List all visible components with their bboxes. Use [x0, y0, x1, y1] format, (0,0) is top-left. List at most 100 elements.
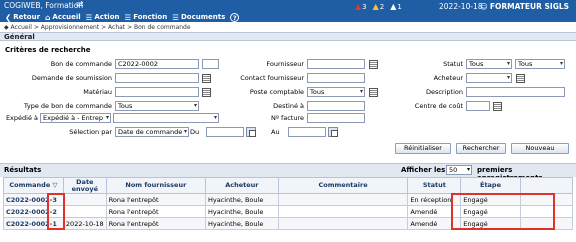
- poste-label: Poste comptable: [249, 88, 304, 96]
- no-facture-label: Nº facture: [270, 114, 304, 122]
- user-name: FORMATEUR SIGLS: [489, 2, 570, 11]
- description-label: Description: [425, 88, 463, 96]
- organization-label: COGIWEB, Formation: [4, 1, 84, 10]
- per-page-select[interactable]: 50 ▾: [446, 165, 472, 175]
- reset-button[interactable]: Réinitialiser: [395, 143, 451, 154]
- du-calendar-icon[interactable]: [246, 127, 256, 137]
- col-commande[interactable]: Commande ▽: [3, 177, 64, 194]
- nav-home-button[interactable]: ⌂ Accueil: [45, 13, 81, 22]
- selection-label: Sélection par: [69, 128, 112, 136]
- statut-select-2[interactable]: Tous ▾: [515, 59, 565, 69]
- chevron-down-icon: ▾: [213, 114, 217, 121]
- demande-input[interactable]: [115, 73, 199, 83]
- afficher-label: Afficher les: [401, 166, 446, 174]
- per-page-value: 50: [449, 166, 458, 174]
- materiau-lookup-icon[interactable]: [201, 87, 211, 97]
- bon-commande-label: Bon de commande: [50, 60, 112, 68]
- col-commentaire[interactable]: Commentaire: [277, 177, 409, 194]
- white-alert[interactable]: ▲ 1: [388, 2, 404, 11]
- commentaire-cell: [277, 217, 409, 230]
- selection-select[interactable]: Date de commande ▾: [115, 127, 189, 137]
- section-general-header: Général: [0, 32, 576, 41]
- nav-function-button[interactable]: ☰ Fonction: [125, 13, 168, 22]
- yellow-alert[interactable]: ▲ 2: [371, 2, 387, 11]
- chevron-down-icon: ▾: [466, 166, 470, 173]
- alerts: ▲ 3 ▲ 2 ▲ 1: [353, 2, 404, 11]
- commentaire-cell: [277, 205, 409, 218]
- main-nav: ❮ Retour ⌂ Accueil ☰ Action ☰ Fonction ☰ Docu…: [0, 12, 241, 22]
- du-date-input[interactable]: [206, 127, 244, 137]
- help-button[interactable]: ?: [230, 12, 241, 22]
- no-facture-input[interactable]: [307, 113, 365, 123]
- au-calendar-icon[interactable]: [328, 127, 338, 137]
- demande-lookup-icon[interactable]: [201, 73, 211, 83]
- col-acheteur[interactable]: Acheteur: [204, 177, 279, 194]
- table-header-row: Commande ▽ Date envoyé Nom fournisseur A…: [3, 177, 574, 194]
- fournisseur-input[interactable]: [307, 59, 365, 69]
- nav-home-label: Accueil: [52, 13, 81, 21]
- criteria-title: Critères de recherche: [5, 46, 91, 54]
- nav-back-label: Retour: [13, 13, 41, 21]
- centre-label: Centre de coût: [414, 102, 463, 110]
- col-fournisseur[interactable]: Nom fournisseur: [105, 177, 206, 194]
- destine-label: Destiné à: [273, 102, 304, 110]
- nav-documents-label: Documents: [180, 13, 226, 21]
- chevron-down-icon: ▾: [105, 114, 109, 121]
- statut-value-1: Tous: [469, 60, 484, 68]
- col-date-envoye[interactable]: Date envoyé: [62, 177, 107, 194]
- destine-input[interactable]: [307, 101, 365, 111]
- section-general-title: Général: [4, 33, 35, 41]
- nav-back-button[interactable]: ❮ Retour: [5, 13, 40, 22]
- contact-input[interactable]: [307, 73, 365, 83]
- breadcrumb[interactable]: ◆ Accueil > Approvisionnement > Achat > …: [4, 24, 191, 31]
- col-etape[interactable]: Étape: [460, 177, 521, 194]
- user-menu[interactable]: ☺ FORMATEUR SIGLS: [480, 2, 569, 11]
- bon-commande-input[interactable]: C2022-0002: [115, 59, 199, 69]
- description-input[interactable]: [466, 87, 565, 97]
- red-alert[interactable]: ▲ 3: [353, 2, 369, 11]
- new-button[interactable]: Nouveau: [511, 143, 569, 154]
- selection-value: Date de commande: [118, 128, 183, 136]
- user-icon: ☺: [480, 2, 488, 11]
- expedie-value: Expédié à - Entrep: [43, 114, 103, 122]
- statut-value-2: Tous: [518, 60, 533, 68]
- type-bon-label: Type de bon de commande: [23, 102, 112, 110]
- date-cell: [62, 205, 107, 218]
- centre-input[interactable]: [466, 101, 490, 111]
- nav-action-button[interactable]: ☰ Action: [86, 13, 120, 22]
- bon-commande-suffix-input[interactable]: [202, 59, 219, 69]
- acheteur-label: Acheteur: [433, 74, 463, 82]
- search-button[interactable]: Rechercher: [456, 143, 506, 154]
- acheteur-lookup-icon[interactable]: [515, 73, 525, 83]
- type-bon-select[interactable]: Tous ▾: [115, 101, 199, 111]
- chevron-down-icon: ▾: [193, 102, 197, 109]
- top-bar: COGIWEB, Formation ⇄ ❮ Retour ⌂ Accueil ☰ A…: [0, 0, 576, 22]
- nav-function-label: Fonction: [133, 13, 168, 21]
- highlight-statut-etape: [451, 193, 555, 230]
- statut-label: Statut: [443, 60, 463, 68]
- white-alert-icon: ▲: [390, 2, 397, 11]
- poste-select[interactable]: Tous ▾: [307, 87, 365, 97]
- expedie-select[interactable]: Expédié à - Entrep ▾: [40, 113, 111, 123]
- materiau-input[interactable]: [115, 87, 199, 97]
- acheteur-select[interactable]: ▾: [466, 73, 512, 83]
- centre-lookup-icon[interactable]: [492, 101, 502, 111]
- chevron-down-icon: ▾: [183, 128, 187, 135]
- nav-action-label: Action: [94, 13, 120, 21]
- white-alert-count: 1: [397, 2, 402, 11]
- documents-icon: ☰: [172, 12, 179, 22]
- results-title: Résultats: [4, 166, 42, 174]
- au-date-input[interactable]: [288, 127, 326, 137]
- highlight-commande-suffix: [47, 193, 65, 230]
- expedie-location-select[interactable]: ▾: [113, 113, 219, 123]
- chevron-down-icon: ▾: [506, 60, 510, 67]
- nav-documents-button[interactable]: ☰ Documents: [172, 13, 225, 22]
- chevron-down-icon: ▾: [559, 60, 563, 67]
- demande-label: Demande de soumission: [31, 74, 112, 82]
- sync-icon[interactable]: ⇄: [76, 0, 84, 10]
- fournisseur-lookup-icon[interactable]: [368, 59, 378, 69]
- col-statut[interactable]: Statut: [407, 177, 462, 194]
- poste-lookup-icon[interactable]: [368, 87, 378, 97]
- acheteur-cell: Hyacinthe, Boule: [204, 193, 279, 206]
- statut-select-1[interactable]: Tous ▾: [466, 59, 512, 69]
